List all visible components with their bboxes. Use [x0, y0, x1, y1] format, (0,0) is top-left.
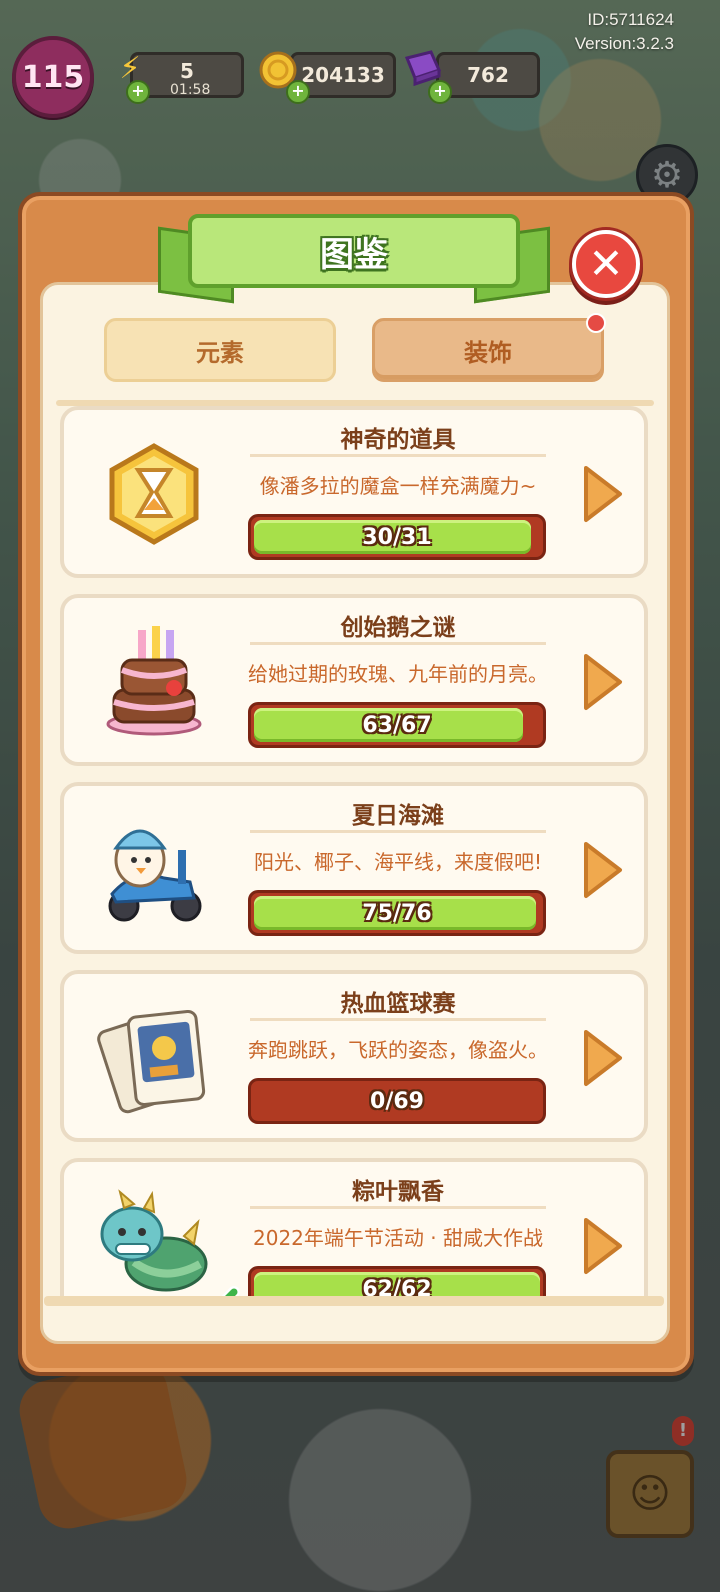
chevron-right-icon[interactable]	[578, 838, 626, 902]
collection-item-magic-props[interactable]: 神奇的道具 像潘多拉的魔盒一样充满魔力~ 30/31	[60, 406, 648, 578]
progress-label: 0/69	[370, 1088, 424, 1114]
title-underline	[250, 642, 546, 645]
progress-bar: 62/62	[248, 1266, 546, 1298]
item-description: 给她过期的玫瑰、九年前的月亮。	[248, 662, 548, 686]
energy-timer: 01:58	[170, 82, 211, 98]
item-title: 热血篮球赛	[340, 991, 456, 1017]
close-icon: ✕	[588, 239, 624, 288]
progress-label: 30/31	[362, 524, 432, 550]
collection-item-basketball[interactable]: 热血篮球赛 奔跑跳跃，飞跃的姿态，像盗火。 0/69	[60, 970, 648, 1142]
progress-bar: 75/76	[248, 890, 546, 936]
add-gems-button[interactable]: +	[428, 80, 452, 104]
energy-value: 5	[180, 59, 194, 83]
add-coins-button[interactable]: +	[286, 80, 310, 104]
item-description: 2022年端午节活动 · 甜咸大作战	[253, 1226, 543, 1250]
modal-title: 图鉴	[320, 234, 388, 275]
level-badge[interactable]: 115	[12, 36, 94, 118]
collection-item-summer-beach[interactable]: 夏日海滩 阳光、椰子、海平线，来度假吧! 75/76	[60, 782, 648, 954]
title-underline	[250, 830, 546, 833]
player-id: ID:5711624	[587, 10, 674, 29]
level-value: 115	[21, 59, 85, 95]
item-title: 粽叶飘香	[352, 1179, 444, 1205]
collection-item-goose-mystery[interactable]: 创始鹅之谜 给她过期的玫瑰、九年前的月亮。 63/67	[60, 594, 648, 766]
progress-label: 62/62	[362, 1276, 432, 1299]
item-title: 夏日海滩	[352, 803, 444, 829]
chevron-right-icon[interactable]	[578, 1214, 626, 1278]
collection-item-dragon-boat[interactable]: 粽叶飘香 2022年端午节活动 · 甜咸大作战 62/62	[60, 1158, 648, 1298]
cards-icon	[94, 996, 214, 1116]
banner-main: 图鉴	[188, 214, 520, 288]
build-info: ID:5711624 Version:3.2.3	[575, 8, 674, 56]
title-underline	[250, 1018, 546, 1021]
progress-label: 63/67	[362, 712, 432, 738]
tab-decorations[interactable]: 装饰	[372, 318, 604, 382]
scooter-goose-icon	[94, 808, 214, 928]
close-button[interactable]: ✕	[572, 230, 640, 298]
version-text: Version:3.2.3	[574, 34, 674, 53]
item-description: 阳光、椰子、海平线，来度假吧!	[253, 850, 543, 874]
item-title: 创始鹅之谜	[340, 615, 456, 641]
collection-list[interactable]: 神奇的道具 像潘多拉的魔盒一样充满魔力~ 30/31 创始鹅之谜 给她过期的玫瑰…	[44, 402, 664, 1298]
chevron-right-icon[interactable]	[578, 650, 626, 714]
add-energy-button[interactable]: +	[126, 80, 150, 104]
gem-value: 762	[467, 63, 509, 87]
dragon-icon	[94, 1184, 214, 1298]
cake-icon	[94, 620, 214, 740]
progress-label: 75/76	[362, 900, 432, 926]
title-underline	[250, 1206, 546, 1209]
list-bottom-divider	[44, 1296, 664, 1306]
chevron-right-icon[interactable]	[578, 462, 626, 526]
progress-bar: 30/31	[248, 514, 546, 560]
chevron-right-icon[interactable]	[578, 1026, 626, 1090]
tab-elements[interactable]: 元素	[104, 318, 336, 382]
coin-value: 204133	[301, 63, 385, 87]
progress-bar: 0/69	[248, 1078, 546, 1124]
item-description: 像潘多拉的魔盒一样充满魔力~	[259, 474, 537, 498]
item-title: 神奇的道具	[340, 427, 456, 453]
title-banner: 图鉴	[158, 214, 550, 304]
notification-dot	[586, 313, 606, 333]
item-description: 奔跑跳跃，飞跃的姿态，像盗火。	[248, 1038, 548, 1062]
title-underline	[250, 454, 546, 457]
progress-bar: 63/67	[248, 702, 546, 748]
hourglass-icon	[94, 432, 214, 552]
